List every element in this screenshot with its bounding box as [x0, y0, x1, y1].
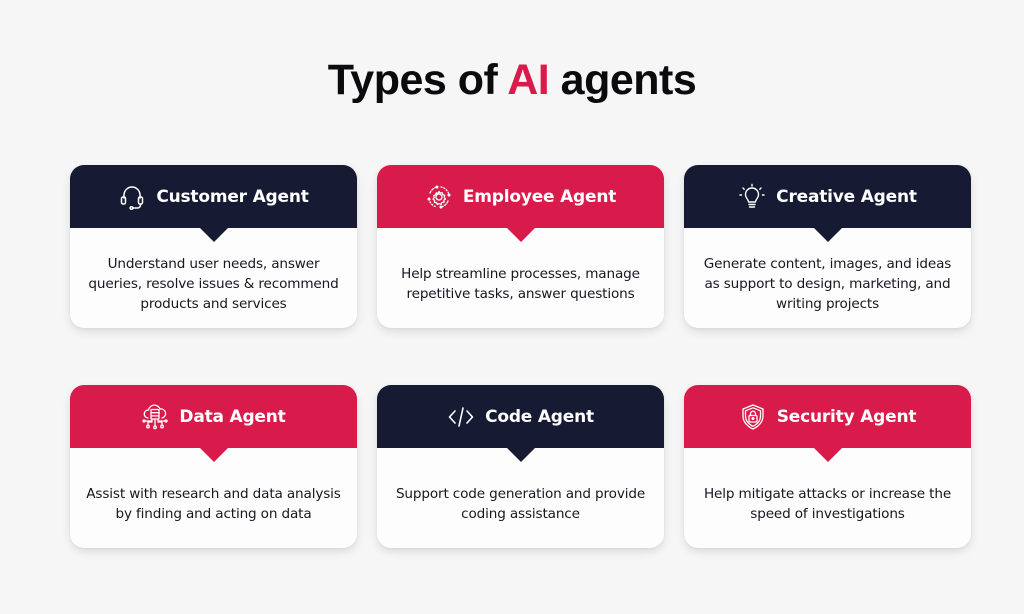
card-title: Data Agent: [179, 406, 286, 427]
card-employee-agent: Employee Agent Help streamline processes…: [377, 165, 664, 328]
card-description: Assist with research and data analysis b…: [86, 486, 341, 522]
title-suffix: agents: [549, 56, 697, 104]
card-header: Customer Agent: [70, 165, 357, 242]
page-title: Types of AI agents: [0, 56, 1024, 105]
card-security-agent: Security Agent Help mitigate attacks or …: [684, 385, 971, 548]
card-description: Generate content, images, and ideas as s…: [703, 256, 952, 312]
card-header: Data Agent: [70, 385, 357, 462]
card-title: Customer Agent: [156, 186, 309, 207]
card-header: Employee Agent: [377, 165, 664, 242]
card-title: Security Agent: [776, 406, 917, 427]
title-accent: AI: [507, 56, 550, 104]
card-header: Creative Agent: [684, 165, 971, 242]
lightbulb-icon: [738, 183, 766, 211]
card-title: Employee Agent: [462, 186, 617, 207]
card-header: Code Agent: [377, 385, 664, 462]
card-creative-agent: Creative Agent Generate content, images,…: [684, 165, 971, 328]
card-description: Understand user needs, answer queries, r…: [88, 256, 339, 312]
gear-cycle-icon: [425, 183, 453, 211]
cloud-server-icon: [141, 403, 169, 431]
card-data-agent: Data Agent Assist with research and data…: [70, 385, 357, 548]
card-title: Creative Agent: [776, 186, 917, 207]
shield-lock-icon: [739, 403, 767, 431]
card-customer-agent: Customer Agent Understand user needs, an…: [70, 165, 357, 328]
card-description: Help streamline processes, manage repeti…: [401, 266, 640, 302]
card-header: Security Agent: [684, 385, 971, 462]
code-icon: [447, 403, 475, 431]
title-prefix: Types of: [327, 56, 508, 104]
card-code-agent: Code Agent Support code generation and p…: [377, 385, 664, 548]
card-description: Help mitigate attacks or increase the sp…: [703, 486, 952, 522]
card-title: Code Agent: [485, 406, 594, 427]
headset-icon: [118, 183, 146, 211]
card-description: Support code generation and provide codi…: [395, 486, 646, 522]
